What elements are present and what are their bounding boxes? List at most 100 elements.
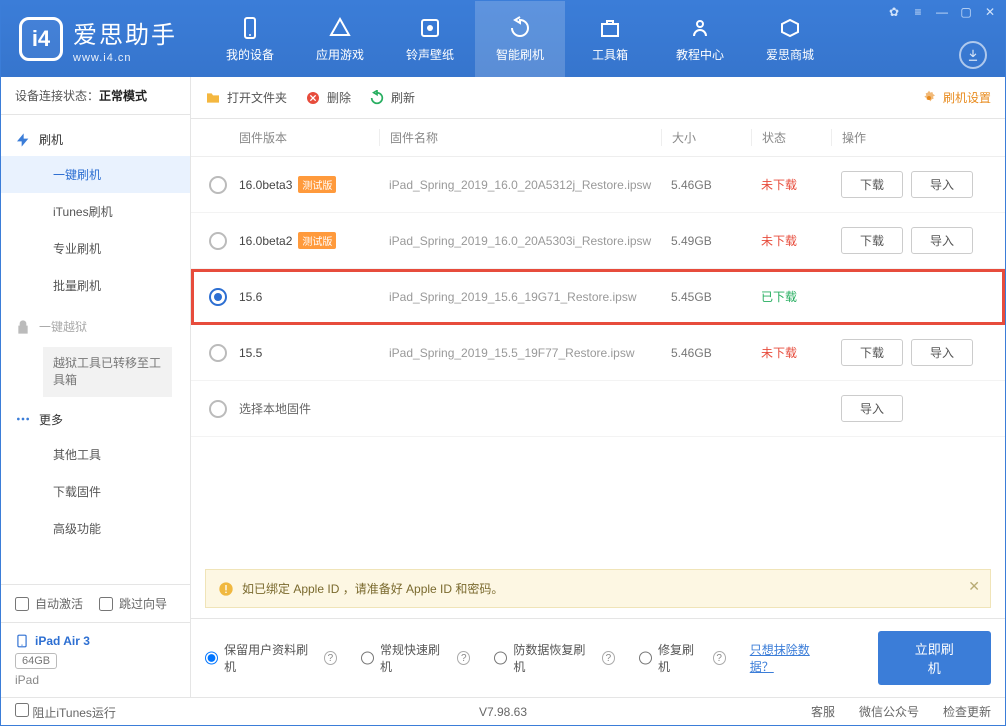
flash-option-0[interactable]: 保留用户资料刷机? [205,641,337,675]
help-icon[interactable]: ? [324,651,337,665]
firmware-radio[interactable] [209,176,227,194]
nav-icon [778,16,802,40]
footer-link-1[interactable]: 微信公众号 [859,703,919,720]
sidebar-item-more-0[interactable]: 其他工具 [1,436,190,473]
import-button[interactable]: 导入 [911,171,973,198]
download-button[interactable]: 下载 [841,171,903,198]
download-button[interactable]: 下载 [841,339,903,366]
version-label: V7.98.63 [479,705,527,719]
footer-link-0[interactable]: 客服 [811,703,835,720]
flash-now-button[interactable]: 立即刷机 [878,631,991,685]
settings-icon[interactable]: ✿ [885,5,903,19]
firmware-size: 5.46GB [661,178,751,192]
firmware-status: 未下载 [751,344,831,361]
sidebar-item-flash-1[interactable]: iTunes刷机 [1,193,190,230]
nav-6[interactable]: 爱思商城 [745,1,835,77]
col-operation: 操作 [831,129,991,146]
firmware-name: iPad_Spring_2019_16.0_20A5312j_Restore.i… [379,178,661,192]
firmware-radio[interactable] [209,344,227,362]
nav-0[interactable]: 我的设备 [205,1,295,77]
flash-option-2[interactable]: 防数据恢复刷机? [494,641,615,675]
footer-link-2[interactable]: 检查更新 [943,703,991,720]
erase-only-link[interactable]: 只想抹除数据？ [750,641,830,675]
table-header: 固件版本 固件名称 大小 状态 操作 [191,119,1005,157]
firmware-name: iPad_Spring_2019_16.0_20A5303i_Restore.i… [379,234,661,248]
app-site: www.i4.cn [73,52,132,64]
logo-icon: i4 [19,17,63,61]
nav-1[interactable]: 应用游戏 [295,1,385,77]
firmware-version: 15.6 [239,290,379,304]
sidebar-group-flash[interactable]: 刷机 [1,123,190,156]
minimize-icon[interactable]: — [933,5,951,19]
firmware-version: 15.5 [239,346,379,360]
firmware-row[interactable]: 15.6iPad_Spring_2019_15.6_19G71_Restore.… [191,269,1005,325]
warning-icon [218,581,234,597]
import-button[interactable]: 导入 [841,395,903,422]
firmware-ops: 下载导入 [831,227,991,254]
sidebar-group-more[interactable]: 更多 [1,403,190,436]
sidebar-item-more-2[interactable]: 高级功能 [1,510,190,547]
firmware-radio[interactable] [209,400,227,418]
help-icon[interactable]: ? [602,651,615,665]
nav-4[interactable]: 工具箱 [565,1,655,77]
connection-status: 设备连接状态：正常模式 [1,77,190,115]
firmware-ops: 下载导入 [831,339,991,366]
nav-icon [508,16,532,40]
toolbar: 打开文件夹 删除 刷新 刷机设置 [191,77,1005,119]
app-header: i4 爱思助手 www.i4.cn 我的设备应用游戏铃声壁纸智能刷机工具箱教程中… [1,1,1005,77]
firmware-row[interactable]: 16.0beta2 测试版iPad_Spring_2019_16.0_20A53… [191,213,1005,269]
firmware-radio[interactable] [209,232,227,250]
flash-option-1[interactable]: 常规快速刷机? [361,641,470,675]
import-button[interactable]: 导入 [911,227,973,254]
nav-icon [688,16,712,40]
menu-icon[interactable]: ≡ [909,5,927,19]
device-info[interactable]: iPad Air 3 64GB iPad [1,622,190,697]
sidebar-item-flash-0[interactable]: 一键刷机 [1,156,190,193]
nav-icon [238,16,262,40]
nav-3[interactable]: 智能刷机 [475,1,565,77]
nav-icon [328,16,352,40]
firmware-ops: 下载导入 [831,171,991,198]
firmware-status: 未下载 [751,176,831,193]
device-capacity: 64GB [15,653,57,669]
nav-5[interactable]: 教程中心 [655,1,745,77]
skip-guide-checkbox[interactable]: 跳过向导 [99,595,167,612]
open-folder-button[interactable]: 打开文件夹 [205,89,287,106]
nav-icon [598,16,622,40]
firmware-size: 5.45GB [661,290,751,304]
block-itunes-checkbox[interactable]: 阻止iTunes运行 [15,703,116,721]
download-button[interactable]: 下载 [841,227,903,254]
firmware-radio[interactable] [209,288,227,306]
sidebar: 设备连接状态：正常模式 刷机 一键刷机iTunes刷机专业刷机批量刷机 一键越狱… [1,77,191,697]
auto-activate-checkbox[interactable]: 自动激活 [15,595,83,612]
firmware-row[interactable]: 15.5iPad_Spring_2019_15.5_19F77_Restore.… [191,325,1005,381]
appleid-notice: 如已绑定 Apple ID ，请准备好 Apple ID 和密码。 ✕ [205,569,991,608]
flash-option-3[interactable]: 修复刷机? [639,641,726,675]
jailbreak-note: 越狱工具已转移至工具箱 [43,347,172,397]
firmware-version: 16.0beta3 测试版 [239,176,379,193]
maximize-icon[interactable]: ▢ [957,5,975,19]
import-button[interactable]: 导入 [911,339,973,366]
download-indicator-icon[interactable] [959,41,987,69]
device-type: iPad [15,673,176,687]
help-icon[interactable]: ? [457,651,470,665]
col-version: 固件版本 [239,129,379,146]
flash-settings-button[interactable]: 刷机设置 [921,89,991,106]
notice-close-icon[interactable]: ✕ [968,578,980,595]
firmware-status: 未下载 [751,232,831,249]
help-icon[interactable]: ? [713,651,726,665]
delete-button[interactable]: 删除 [305,89,351,106]
firmware-status: 已下载 [751,288,831,305]
sidebar-item-more-1[interactable]: 下载固件 [1,473,190,510]
sidebar-item-flash-2[interactable]: 专业刷机 [1,230,190,267]
sidebar-group-jailbreak[interactable]: 一键越狱 [1,310,190,343]
local-firmware-row[interactable]: 选择本地固件导入 [191,381,1005,437]
firmware-size: 5.49GB [661,234,751,248]
refresh-button[interactable]: 刷新 [369,89,415,106]
firmware-row[interactable]: 16.0beta3 测试版iPad_Spring_2019_16.0_20A53… [191,157,1005,213]
sidebar-item-flash-3[interactable]: 批量刷机 [1,267,190,304]
firmware-size: 5.46GB [661,346,751,360]
app-title: 爱思助手 [73,15,177,50]
close-icon[interactable]: ✕ [981,5,999,19]
nav-2[interactable]: 铃声壁纸 [385,1,475,77]
